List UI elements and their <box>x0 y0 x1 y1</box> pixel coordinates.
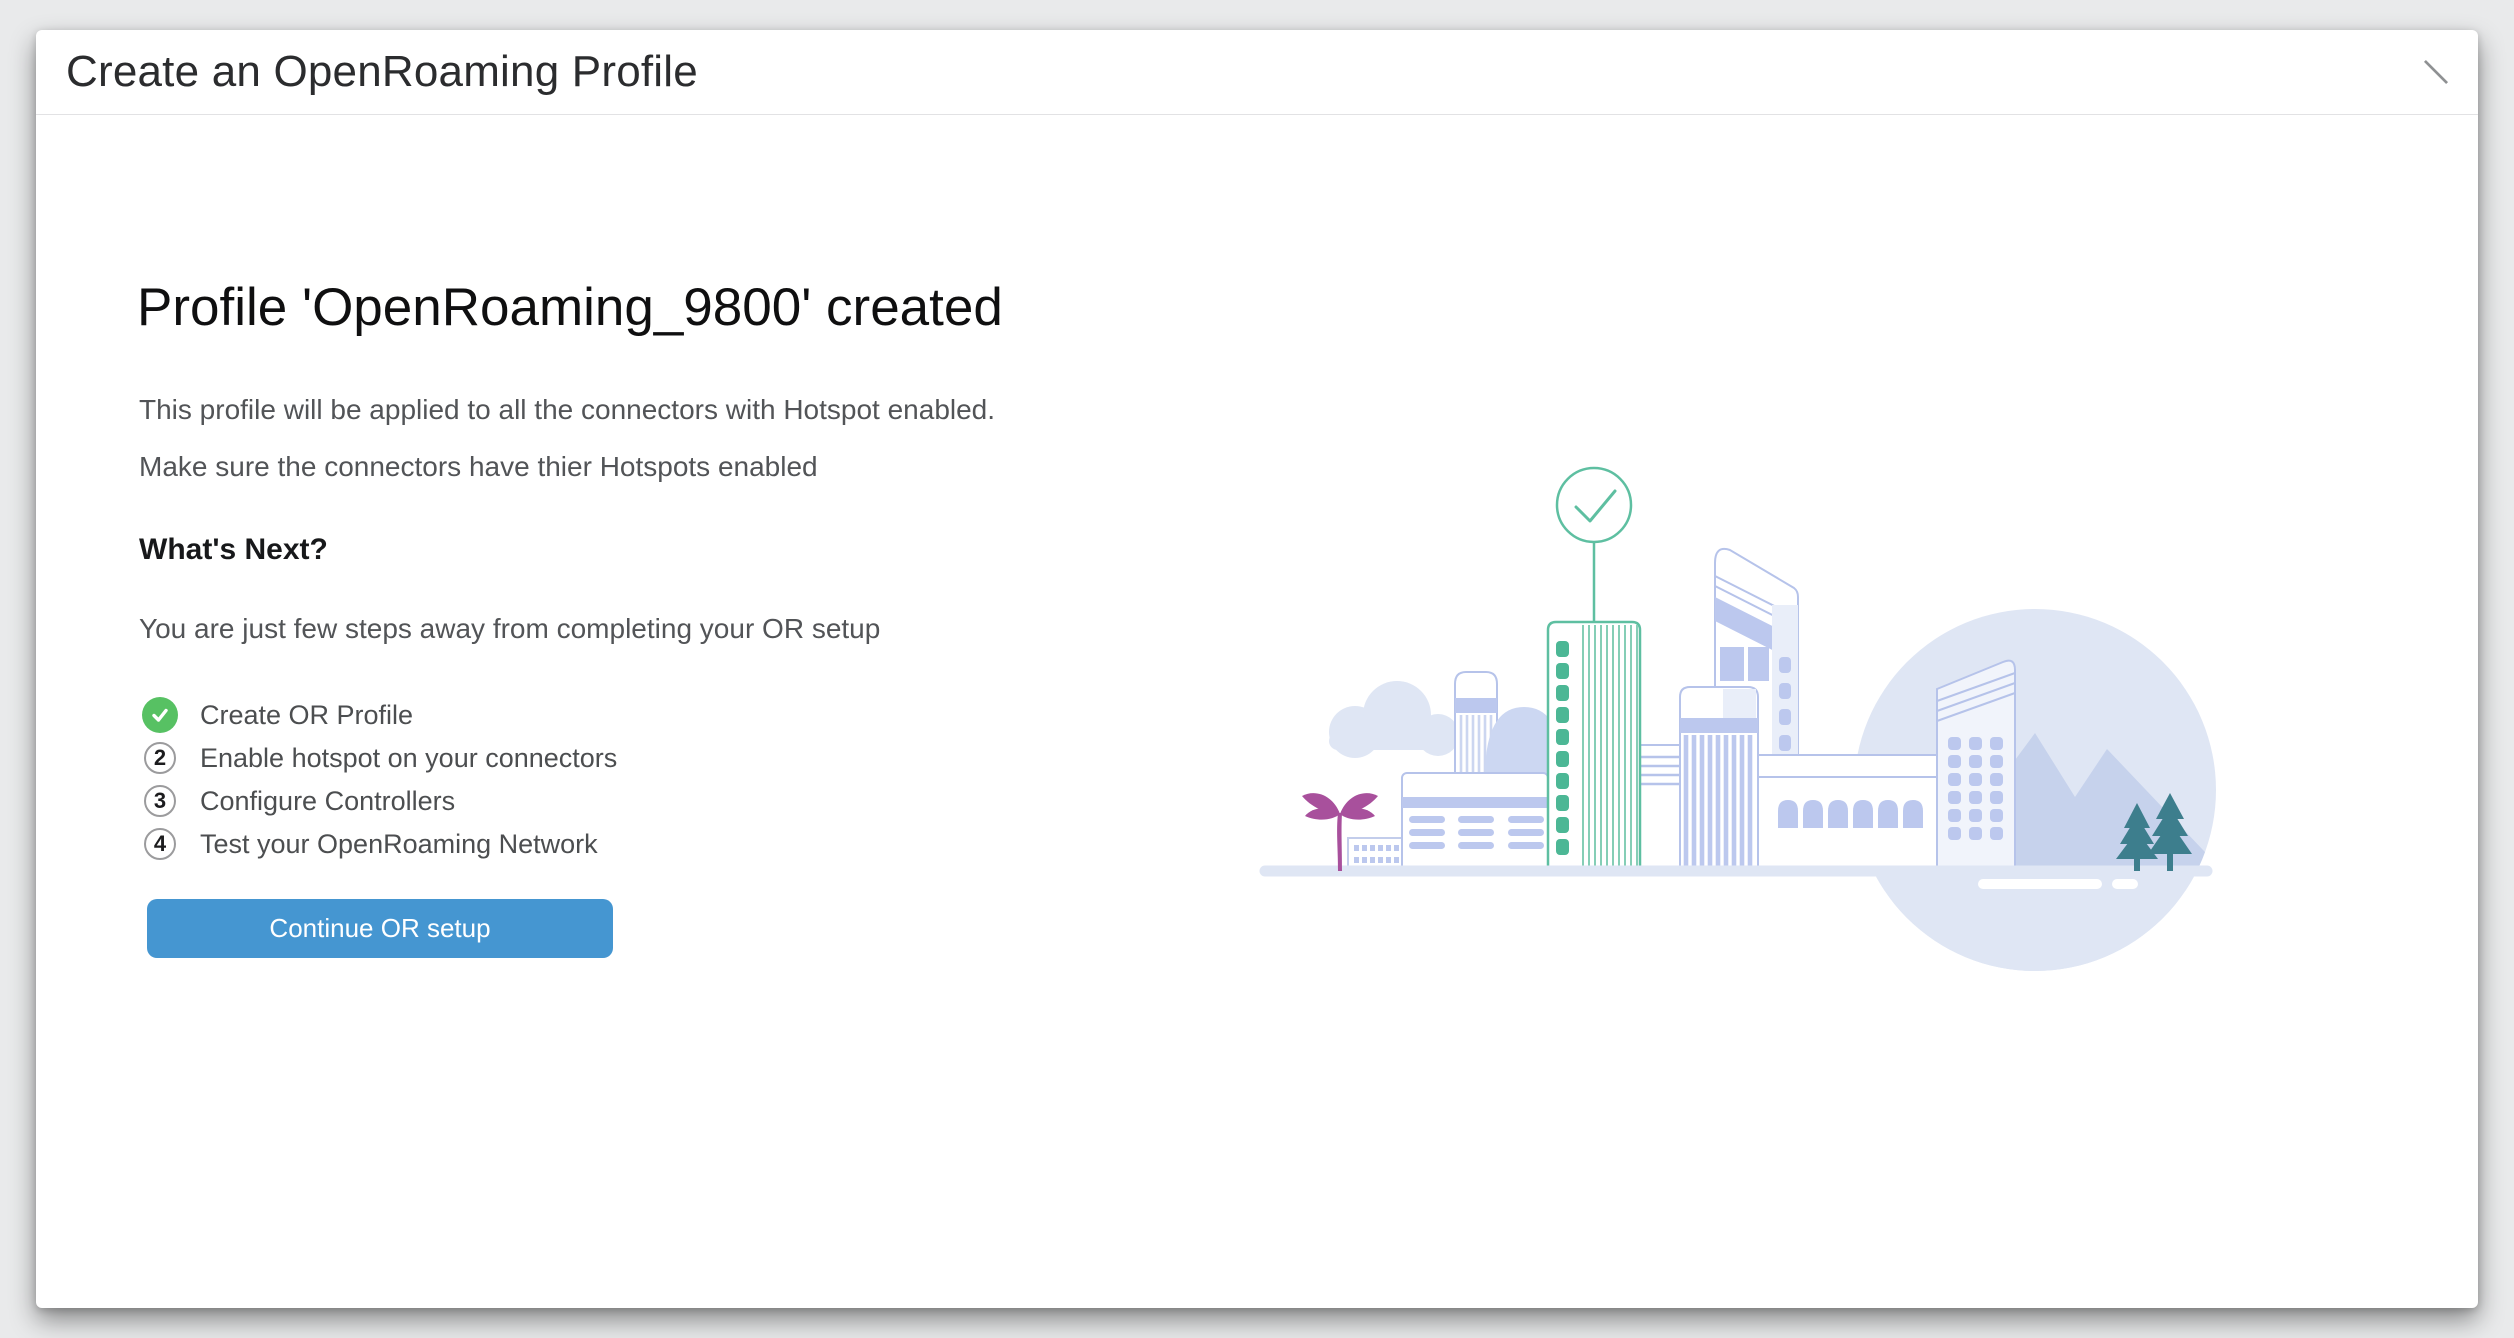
setup-steps-list: Create OR Profile 2 Enable hotspot on yo… <box>142 698 617 861</box>
step-complete-check-icon <box>142 697 178 733</box>
pillar-building <box>1680 687 1758 871</box>
city-illustration <box>1245 445 2225 985</box>
step-row-enable-hotspot: 2 Enable hotspot on your connectors <box>142 741 617 775</box>
create-openroaming-profile-dialog: Create an OpenRoaming Profile Profile 'O… <box>36 30 2478 1308</box>
step-4-indicator: 4 <box>142 826 178 862</box>
wide-building <box>1402 773 1548 871</box>
dot-tower <box>1937 661 2015 871</box>
step-row-configure-controllers: 3 Configure Controllers <box>142 784 617 818</box>
arch-wall <box>1758 755 1940 871</box>
page-title: Profile 'OpenRoaming_9800' created <box>137 278 1003 338</box>
step-row-test-network: 4 Test your OpenRoaming Network <box>142 827 617 861</box>
close-icon <box>2417 53 2455 91</box>
step-label: Test your OpenRoaming Network <box>200 829 598 860</box>
step-label: Configure Controllers <box>200 786 455 817</box>
green-tower <box>1548 468 1640 871</box>
dialog-title: Create an OpenRoaming Profile <box>66 47 698 97</box>
step-number-badge: 2 <box>144 742 176 774</box>
description-line-2: Make sure the connectors have thier Hots… <box>139 451 818 483</box>
success-check-icon <box>1557 468 1631 542</box>
step-row-create-profile: Create OR Profile <box>142 698 617 732</box>
step-number-badge: 3 <box>144 785 176 817</box>
step-3-indicator: 3 <box>142 783 178 819</box>
step-label: Enable hotspot on your connectors <box>200 743 617 774</box>
dialog-body: Profile 'OpenRoaming_9800' created This … <box>36 115 2478 1308</box>
cloud <box>1329 681 1459 758</box>
whats-next-heading: What's Next? <box>139 533 328 567</box>
continue-or-setup-button[interactable]: Continue OR setup <box>147 899 613 958</box>
step-2-indicator: 2 <box>142 740 178 776</box>
step-1-indicator <box>142 697 178 733</box>
road-dashes <box>1978 879 2138 889</box>
step-number-badge: 4 <box>144 828 176 860</box>
steps-intro-text: You are just few steps away from complet… <box>139 613 880 645</box>
dialog-header: Create an OpenRoaming Profile <box>36 30 2478 115</box>
step-label: Create OR Profile <box>200 700 413 731</box>
close-button[interactable] <box>2412 48 2460 96</box>
description-line-1: This profile will be applied to all the … <box>139 394 995 426</box>
